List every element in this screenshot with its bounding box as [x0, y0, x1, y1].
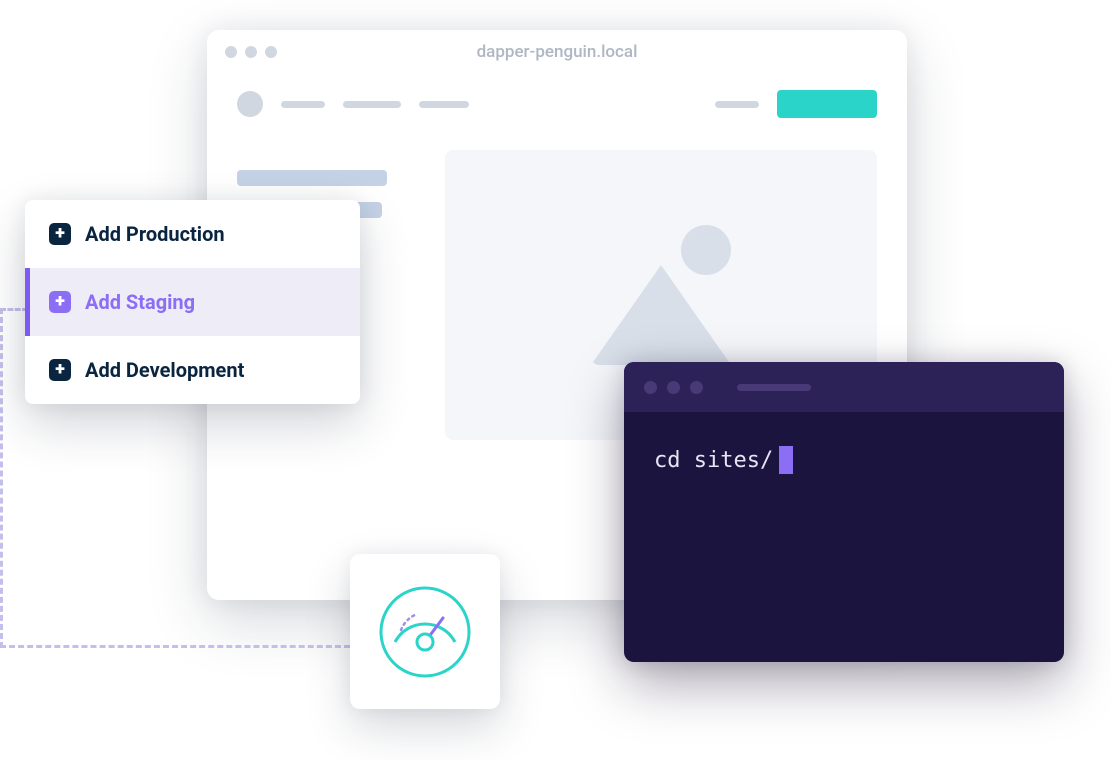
- environment-dropdown: Add Production Add Staging Add Developme…: [25, 200, 360, 404]
- image-placeholder-icon: [581, 225, 741, 365]
- nav-item-placeholder[interactable]: [715, 101, 759, 108]
- window-dot-icon: [225, 46, 237, 58]
- window-dot-icon: [667, 381, 680, 394]
- dropdown-item-staging[interactable]: Add Staging: [25, 268, 360, 336]
- terminal-body[interactable]: cd sites/: [624, 412, 1064, 508]
- terminal-window[interactable]: cd sites/: [624, 362, 1064, 662]
- performance-gauge-card[interactable]: [350, 554, 500, 709]
- nav-item-placeholder[interactable]: [419, 101, 469, 108]
- address-bar-url[interactable]: dapper-penguin.local: [477, 42, 638, 62]
- dropdown-item-label: Add Production: [85, 222, 225, 246]
- nav-item-placeholder[interactable]: [343, 101, 401, 108]
- cursor-icon: [779, 446, 793, 474]
- window-controls[interactable]: [225, 46, 277, 58]
- primary-cta-button[interactable]: [777, 90, 877, 118]
- avatar-placeholder[interactable]: [237, 91, 263, 117]
- terminal-command: cd sites/: [654, 448, 773, 473]
- window-dot-icon: [644, 381, 657, 394]
- plus-icon: [49, 291, 71, 313]
- text-line-placeholder: [237, 170, 387, 186]
- browser-titlebar: dapper-penguin.local: [207, 30, 907, 74]
- nav-item-placeholder[interactable]: [281, 101, 325, 108]
- app-toolbar: [207, 74, 907, 140]
- dropdown-item-label: Add Development: [85, 358, 244, 382]
- dropdown-item-production[interactable]: Add Production: [25, 200, 360, 268]
- window-dot-icon: [245, 46, 257, 58]
- plus-icon: [49, 223, 71, 245]
- dropdown-item-development[interactable]: Add Development: [25, 336, 360, 404]
- gauge-icon: [375, 582, 475, 682]
- terminal-title-placeholder: [737, 384, 811, 391]
- plus-icon: [49, 359, 71, 381]
- window-dot-icon: [690, 381, 703, 394]
- window-dot-icon: [265, 46, 277, 58]
- dropdown-item-label: Add Staging: [85, 290, 195, 314]
- terminal-titlebar: [624, 362, 1064, 412]
